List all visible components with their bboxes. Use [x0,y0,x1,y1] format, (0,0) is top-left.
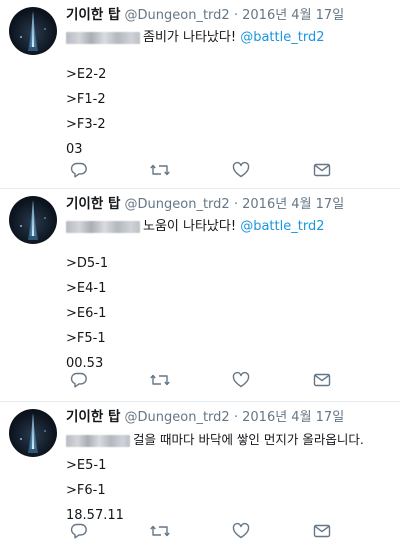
message-button[interactable] [312,521,332,541]
reply-icon [70,372,87,388]
heart-icon [232,522,250,539]
redacted-text [66,31,140,44]
redacted-text [66,434,130,447]
author-handle[interactable]: @Dungeon_trd2 [125,410,230,425]
tweet[interactable]: 기이한 탑 @Dungeon_trd2 · 2016년 4월 17일 좀비가 나… [0,0,400,189]
reply-button[interactable] [69,370,89,390]
tweet-date[interactable]: 2016년 4월 17일 [242,197,344,212]
heart-icon [232,161,250,178]
tower-image [20,200,46,240]
retweet-icon [150,374,170,386]
tweet-header: 기이한 탑 @Dungeon_trd2 · 2016년 4월 17일 [66,195,392,214]
tweet[interactable]: 기이한 탑 @Dungeon_trd2 · 2016년 4월 17일 걸을 때마… [0,402,400,543]
tweet-text: 좀비가 나타났다! @battle_trd2 >E2-2 >F1-2 >F3-2… [66,25,392,162]
tweet-line: >F3-2 [66,117,106,132]
tweet-line: >E2-2 [66,67,107,82]
avatar[interactable] [9,409,57,457]
message-button[interactable] [312,160,332,180]
tweet-date[interactable]: 2016년 4월 17일 [242,8,344,23]
tweet-header: 기이한 탑 @Dungeon_trd2 · 2016년 4월 17일 [66,6,392,25]
tweet-line: 03 [66,142,83,157]
tweet-line: >E4-1 [66,281,107,296]
tweet-text: 걸을 때마다 바닥에 쌓인 먼지가 올라옵니다. >E5-1 >F6-1 18.… [66,427,392,528]
retweet-button[interactable] [150,521,170,541]
retweet-icon [150,164,170,176]
tweet-first-line: 좀비가 나타났다! [143,30,237,45]
tweet-line: >F1-2 [66,92,106,107]
author-name[interactable]: 기이한 탑 [66,7,120,23]
mention-link[interactable]: @battle_trd2 [240,30,324,45]
retweet-button[interactable] [150,370,170,390]
mention-link[interactable]: @battle_trd2 [240,219,324,234]
author-handle[interactable]: @Dungeon_trd2 [125,197,230,212]
retweet-icon [150,525,170,537]
separator-dot: · [233,197,238,212]
separator-dot: · [233,8,238,23]
tweet-first-line: 노움이 나타났다! [143,219,237,234]
tweet-line: >F6-1 [66,483,106,498]
like-button[interactable] [231,521,251,541]
tweet-actions [66,160,346,180]
reply-button[interactable] [69,521,89,541]
like-button[interactable] [231,370,251,390]
tower-image [20,413,46,453]
redacted-text [66,220,140,233]
heart-icon [232,371,250,388]
message-button[interactable] [312,370,332,390]
separator-dot: · [233,410,238,425]
avatar[interactable] [9,7,57,55]
avatar[interactable] [9,196,57,244]
author-name[interactable]: 기이한 탑 [66,196,120,212]
tweet-text: 노움이 나타났다! @battle_trd2 >D5-1 >E4-1 >E6-1… [66,214,392,376]
tweet-line: >E5-1 [66,458,107,473]
reply-icon [70,162,87,178]
retweet-button[interactable] [150,160,170,180]
envelope-icon [313,163,331,177]
reply-icon [70,523,87,539]
tweet-line: >F5-1 [66,331,106,346]
author-name[interactable]: 기이한 탑 [66,409,120,425]
author-handle[interactable]: @Dungeon_trd2 [125,8,230,23]
tweet-line: >E6-1 [66,306,107,321]
tweet-actions [66,370,346,390]
tweet-line: >D5-1 [66,256,109,271]
reply-button[interactable] [69,160,89,180]
tweet-first-line: 걸을 때마다 바닥에 쌓인 먼지가 올라옵니다. [133,432,364,447]
tweet-actions [66,521,346,541]
tower-image [20,11,46,51]
envelope-icon [313,524,331,538]
tweet-header: 기이한 탑 @Dungeon_trd2 · 2016년 4월 17일 [66,408,392,427]
envelope-icon [313,373,331,387]
tweet[interactable]: 기이한 탑 @Dungeon_trd2 · 2016년 4월 17일 노움이 나… [0,189,400,402]
tweet-date[interactable]: 2016년 4월 17일 [242,410,344,425]
like-button[interactable] [231,160,251,180]
